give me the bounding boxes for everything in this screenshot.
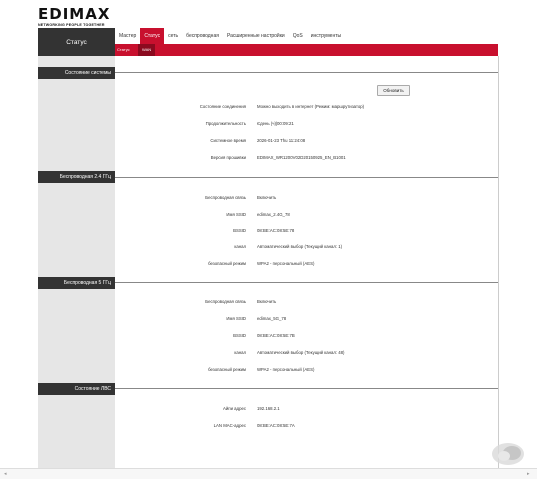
watermark-logo-icon bbox=[492, 443, 524, 465]
value-wifi24-channel: Автоматический выбор (Текущий канал: 1) bbox=[257, 244, 343, 249]
subtab-status[interactable]: Статус bbox=[117, 44, 130, 56]
section-divider bbox=[115, 282, 498, 283]
logo-tagline: NETWORKING PEOPLE TOGETHER bbox=[38, 23, 105, 27]
section-divider bbox=[115, 388, 498, 389]
label-wifi5-ssid: Имя SSID bbox=[226, 316, 246, 321]
value-wifi24-enabled: Включить bbox=[257, 195, 277, 200]
label-wifi5-channel: канал bbox=[234, 350, 246, 355]
left-column bbox=[38, 56, 115, 468]
label-wifi5-bssid: BSSID bbox=[233, 333, 246, 338]
value-wifi24-ssid: edimax_2.4G_78 bbox=[257, 212, 290, 217]
right-border bbox=[498, 56, 499, 468]
value-wifi5-enabled: Включить bbox=[257, 299, 277, 304]
tab-status[interactable]: Статус bbox=[140, 28, 165, 44]
section-divider bbox=[115, 72, 498, 73]
label-wifi24-enabled: Беспроводная связь bbox=[205, 195, 246, 200]
label-uptime: Продолжительность bbox=[205, 121, 246, 126]
label-wifi24-security: безопасный режим bbox=[208, 261, 246, 266]
label-wifi24-channel: канал bbox=[234, 244, 246, 249]
value-wifi5-channel: Автоматический выбор (Текущий канал: 48) bbox=[257, 350, 345, 355]
status-left-icon: ◂ bbox=[4, 471, 7, 477]
label-lan-mac: LAN MAC-адрес bbox=[213, 423, 246, 428]
subnav-bar bbox=[115, 44, 498, 56]
value-system-time: 2026-01-23 Thu 11:24:08 bbox=[257, 138, 306, 143]
main-tabs: Мастер Статус сеть беспроводная Расширен… bbox=[115, 28, 345, 44]
label-system-time: Системное время bbox=[210, 138, 246, 143]
edimax-logo[interactable]: EDIMAX NETWORKING PEOPLE TOGETHER bbox=[38, 5, 111, 28]
value-wifi5-security: WPA2 - персональный (AES) bbox=[257, 367, 315, 372]
logo-text: EDIMAX bbox=[38, 5, 111, 23]
tab-wizard[interactable]: Мастер bbox=[115, 28, 140, 44]
status-right-icon: ▸ bbox=[527, 471, 530, 477]
value-wifi24-security: WPA2 - персональный (AES) bbox=[257, 261, 315, 266]
value-lan-mac: 08:BE:AC:08:5E:7A bbox=[257, 423, 295, 428]
subtab-wan[interactable]: WAN bbox=[138, 44, 156, 56]
label-wifi5-security: безопасный режим bbox=[208, 367, 246, 372]
section-title-system: Состояние системы bbox=[38, 67, 115, 79]
label-firmware: Версия прошивки bbox=[210, 155, 246, 160]
value-connection-state: Можно выходить в интернет (Режим: маршру… bbox=[257, 104, 365, 109]
label-wifi24-bssid: BSSID bbox=[233, 228, 246, 233]
refresh-button[interactable]: Обновить bbox=[377, 85, 410, 96]
status-bar bbox=[0, 468, 537, 479]
tab-network[interactable]: сеть bbox=[164, 28, 182, 44]
section-title-wifi5: Беспроводная 5 ГГц bbox=[38, 277, 115, 289]
section-title-wifi24: Беспроводная 2.4 ГГц bbox=[38, 171, 115, 183]
section-divider bbox=[115, 177, 498, 178]
value-uptime: Єдень (ч)|00:09:21 bbox=[257, 121, 294, 126]
value-firmware: EDIMAX_WR1200V02D20150925_EN_B1001 bbox=[257, 155, 346, 160]
value-wifi5-ssid: edimax_5G_78 bbox=[257, 316, 287, 321]
tab-tools[interactable]: инструменты bbox=[307, 28, 345, 44]
value-wifi24-bssid: 08:BE:AC:08:5E:78 bbox=[257, 228, 295, 233]
tab-advanced[interactable]: Расширенные настройки bbox=[223, 28, 289, 44]
tab-qos[interactable]: QoS bbox=[289, 28, 307, 44]
page-badge: Статус bbox=[38, 28, 115, 56]
label-wifi24-ssid: Имя SSID bbox=[226, 212, 246, 217]
header: EDIMAX NETWORKING PEOPLE TOGETHER bbox=[0, 0, 537, 28]
label-lan-ip: Айпи адрес bbox=[222, 406, 246, 411]
value-wifi5-bssid: 08:BE:AC:08:5E:7B bbox=[257, 333, 295, 338]
label-connection-state: Состояние соединения bbox=[199, 104, 246, 109]
label-wifi5-enabled: Беспроводная связь bbox=[205, 299, 246, 304]
value-lan-ip: 192.168.2.1 bbox=[257, 406, 280, 411]
tab-wireless[interactable]: беспроводная bbox=[182, 28, 223, 44]
section-title-lan: Состояние ЛВС bbox=[38, 383, 115, 395]
